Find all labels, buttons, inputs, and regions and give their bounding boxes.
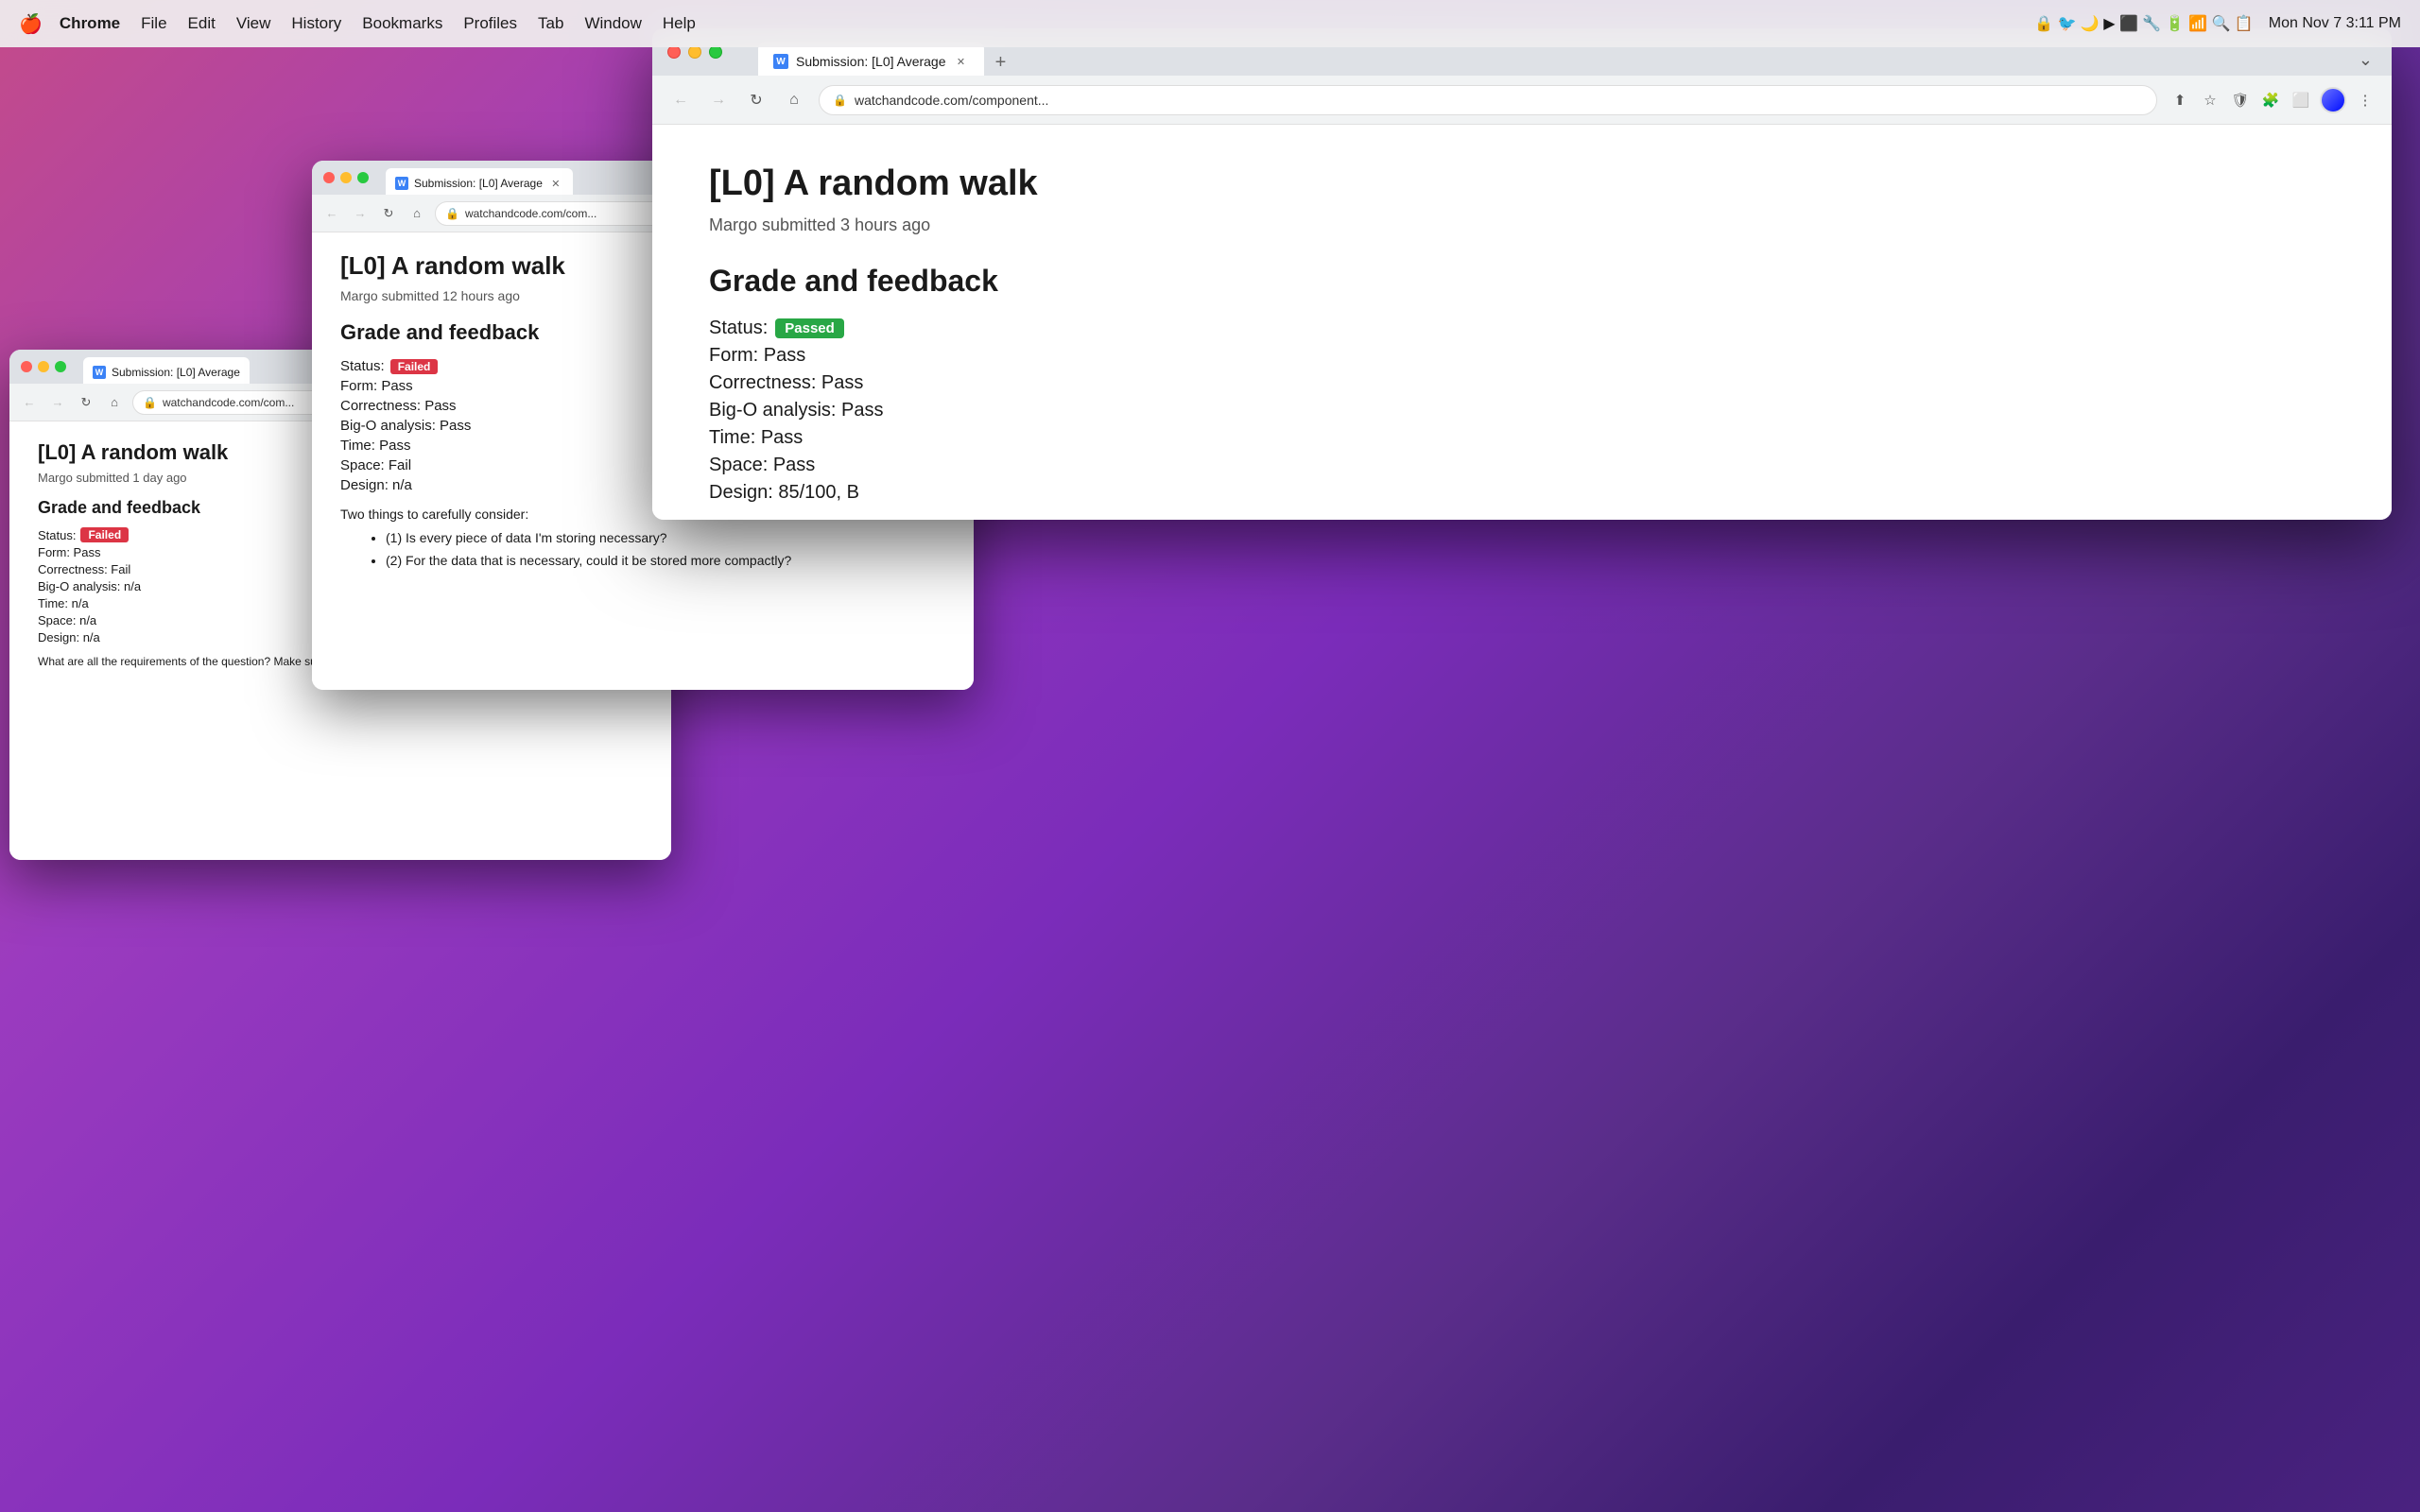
back-button-mid[interactable]: ←: [321, 203, 342, 224]
bigo-line-front: Big-O analysis: Pass: [709, 400, 2335, 421]
puzzle-icon[interactable]: 🧩: [2259, 89, 2282, 112]
page-title-front: [L0] A random walk: [709, 163, 2335, 206]
url-text-back2: watchandcode.com/com...: [163, 396, 294, 409]
correctness-line-front: Correctness: Pass: [709, 372, 2335, 394]
menu-window[interactable]: Window: [584, 14, 641, 33]
tab-expand-button[interactable]: ⌄: [2359, 50, 2373, 76]
design-line-front: Design: 85/100, B: [709, 482, 2335, 504]
maximize-button-mid[interactable]: [357, 172, 369, 183]
tab-close-front[interactable]: ✕: [954, 54, 969, 69]
url-bar-front[interactable]: 🔒 watchandcode.com/component...: [819, 85, 2157, 115]
tab-label-mid: Submission: [L0] Average: [414, 177, 543, 190]
new-tab-button[interactable]: +: [988, 49, 1014, 76]
tab-favicon-back2: W: [93, 366, 106, 379]
minimize-button-mid[interactable]: [340, 172, 352, 183]
menu-bookmarks[interactable]: Bookmarks: [362, 14, 442, 33]
address-bar-front: ← → ↻ ⌂ 🔒 watchandcode.com/component... …: [652, 76, 2392, 125]
url-text-mid: watchandcode.com/com...: [465, 207, 596, 220]
extensions-icon[interactable]: 🛡: [2229, 89, 2252, 112]
close-button-front[interactable]: [667, 45, 681, 59]
feedback-bullets-front: [-15] The approach is still conceptually…: [737, 519, 2335, 520]
forward-button-front[interactable]: →: [705, 87, 732, 113]
home-button-back2[interactable]: ⌂: [104, 392, 125, 413]
browser-window-front: W Submission: [L0] Average ✕ + ⌄ ← → ↻ ⌂…: [652, 28, 2392, 520]
status-badge-back2: Failed: [80, 527, 129, 542]
menu-icon[interactable]: ⋮: [2354, 89, 2377, 112]
profile-avatar[interactable]: [2320, 87, 2346, 113]
menu-file[interactable]: File: [141, 14, 166, 33]
lock-icon-mid: 🔒: [445, 207, 459, 220]
forward-button-mid[interactable]: →: [350, 203, 371, 224]
status-badge-front: Passed: [775, 318, 844, 338]
tab-back2[interactable]: W Submission: [L0] Average: [83, 357, 250, 384]
bullet-1-mid: (1) Is every piece of data I'm storing n…: [386, 529, 945, 548]
bullet-1-front: [-15] The approach is still conceptually…: [766, 519, 2335, 520]
split-view-icon[interactable]: ⬜: [2290, 89, 2312, 112]
app-name[interactable]: Chrome: [60, 14, 120, 33]
space-line-front: Space: Pass: [709, 455, 2335, 476]
system-icons: 🔒 🐦 🌙 ▶ ⬛ 🔧 🔋 📶 🔍 📋: [2034, 14, 2254, 33]
minimize-button-front[interactable]: [688, 45, 701, 59]
tab-favicon-mid: W: [395, 177, 408, 190]
back-button-front[interactable]: ←: [667, 87, 694, 113]
bullet-2-mid: (2) For the data that is necessary, coul…: [386, 552, 945, 571]
tab-close-mid[interactable]: ✕: [548, 176, 563, 191]
menu-history[interactable]: History: [291, 14, 341, 33]
menu-help[interactable]: Help: [663, 14, 696, 33]
maximize-button-front[interactable]: [709, 45, 722, 59]
reload-button-mid[interactable]: ↻: [378, 203, 399, 224]
share-icon[interactable]: ⬆: [2169, 89, 2191, 112]
time-line-front: Time: Pass: [709, 427, 2335, 449]
desktop: 🍎 Chrome File Edit View History Bookmark…: [0, 0, 2420, 1512]
tab-mid[interactable]: W Submission: [L0] Average ✕: [386, 168, 573, 195]
tab-label-front: Submission: [L0] Average: [796, 54, 946, 69]
section-title-front: Grade and feedback: [709, 264, 2335, 299]
traffic-lights-back2: [21, 361, 66, 372]
menubar-right: 🔒 🐦 🌙 ▶ ⬛ 🔧 🔋 📶 🔍 📋 Mon Nov 7 3:11 PM: [2034, 14, 2401, 33]
menu-edit[interactable]: Edit: [188, 14, 216, 33]
back-button-back2[interactable]: ←: [19, 392, 40, 413]
page-content-front: [L0] A random walk Margo submitted 3 hou…: [652, 125, 2392, 520]
submitted-front: Margo submitted 3 hours ago: [709, 215, 2335, 235]
clock: Mon Nov 7 3:11 PM: [2269, 15, 2401, 32]
menu-profiles[interactable]: Profiles: [463, 14, 517, 33]
tab-favicon-front: W: [773, 54, 788, 69]
forward-button-back2[interactable]: →: [47, 392, 68, 413]
lock-icon-back2: 🔒: [143, 396, 157, 409]
maximize-button-back2[interactable]: [55, 361, 66, 372]
toolbar-icons-front: ⬆ ☆ 🛡 🧩 ⬜ ⋮: [2169, 87, 2377, 113]
status-line-front: Status: Passed: [709, 318, 2335, 339]
form-line-front: Form: Pass: [709, 345, 2335, 367]
tab-label-back2: Submission: [L0] Average: [112, 366, 240, 379]
close-button-mid[interactable]: [323, 172, 335, 183]
menu-tab[interactable]: Tab: [538, 14, 563, 33]
feedback-bullets-mid: (1) Is every piece of data I'm storing n…: [363, 529, 945, 570]
home-button-front[interactable]: ⌂: [781, 87, 807, 113]
reload-button-front[interactable]: ↻: [743, 87, 769, 113]
bookmark-icon[interactable]: ☆: [2199, 89, 2221, 112]
minimize-button-back2[interactable]: [38, 361, 49, 372]
reload-button-back2[interactable]: ↻: [76, 392, 96, 413]
menu-view[interactable]: View: [236, 14, 271, 33]
traffic-lights-mid: [323, 172, 369, 183]
menubar: 🍎 Chrome File Edit View History Bookmark…: [0, 0, 2420, 47]
url-text-front: watchandcode.com/component...: [855, 93, 1048, 108]
apple-menu[interactable]: 🍎: [19, 12, 43, 36]
home-button-mid[interactable]: ⌂: [406, 203, 427, 224]
lock-icon-front: 🔒: [833, 94, 847, 107]
status-badge-mid: Failed: [390, 359, 439, 374]
close-button-back2[interactable]: [21, 361, 32, 372]
traffic-lights-front: [667, 45, 722, 59]
